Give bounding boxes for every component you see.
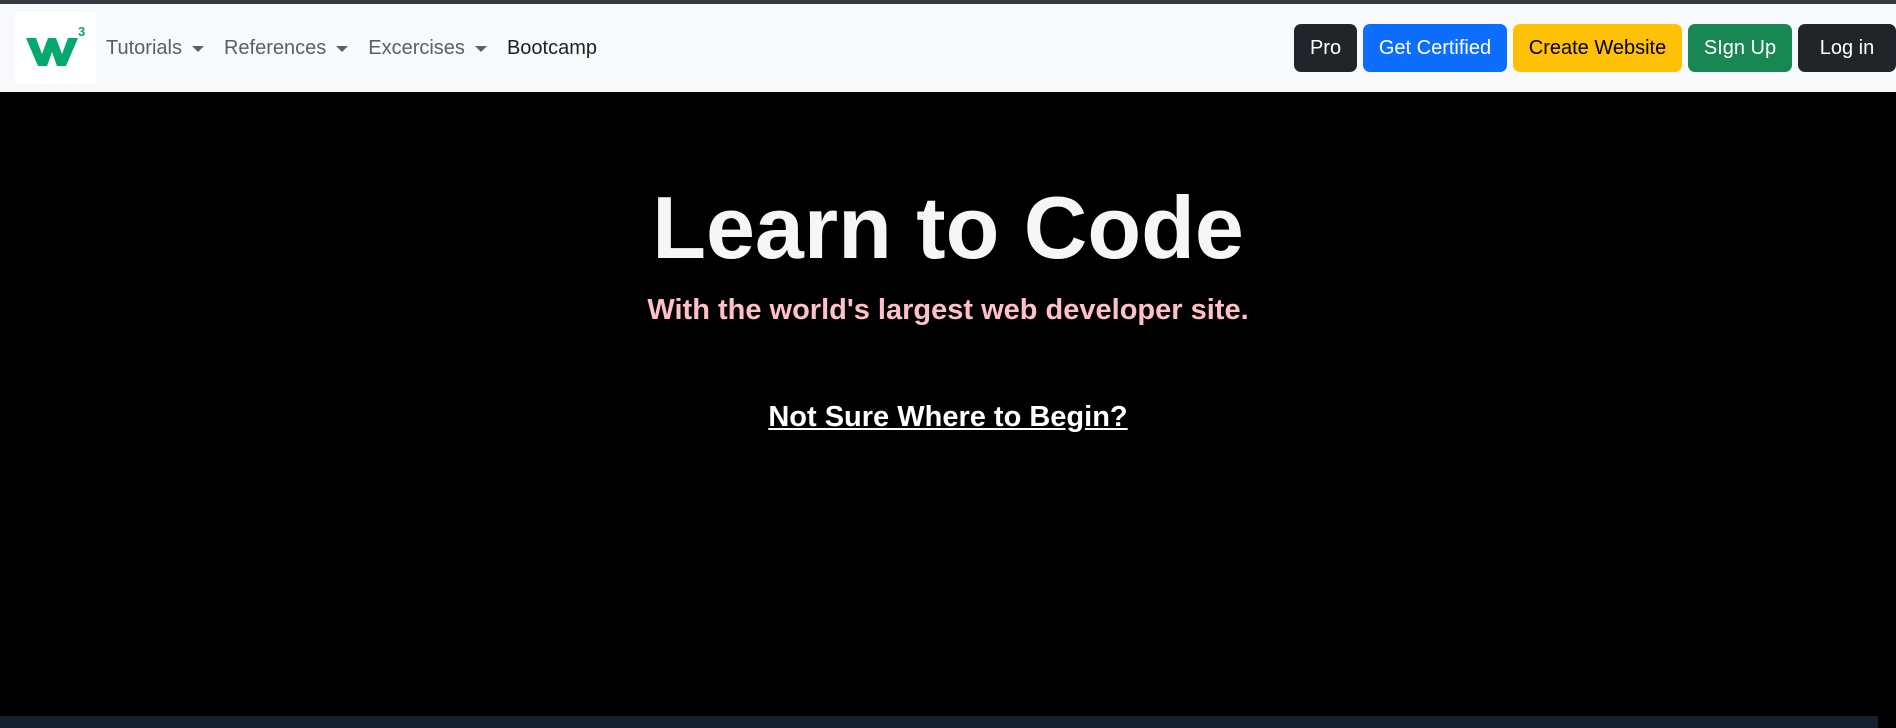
w3schools-logo[interactable]: 3 [15,12,96,84]
nav-item-tutorials[interactable]: Tutorials [106,37,204,60]
nav-links: Tutorials References Excercises Bootcamp [106,4,617,92]
nav-item-bootcamp[interactable]: Bootcamp [507,37,597,60]
get-certified-button[interactable]: Get Certified [1363,24,1507,72]
top-navbar: 3 Tutorials References Excercises Bootca… [0,4,1896,92]
svg-text:3: 3 [78,24,85,39]
hero-title: Learn to Code [652,178,1244,277]
not-sure-where-to-begin-link[interactable]: Not Sure Where to Begin? [768,401,1127,433]
hero-link-container: Not Sure Where to Begin? [0,401,1896,434]
bottom-strip [0,716,1878,728]
hero-subtitle: With the world's largest web developer s… [647,294,1249,326]
nav-item-label: References [223,36,327,59]
hero-section: Learn to Code With the world's largest w… [0,92,1896,716]
sign-up-button[interactable]: SIgn Up [1688,24,1792,72]
nav-item-exercises[interactable]: Excercises [368,37,487,60]
chevron-down-icon [336,46,349,52]
nav-item-label: Bootcamp [506,36,597,59]
logo-icon: 3 [25,24,85,66]
chevron-down-icon [474,46,487,52]
pro-button[interactable]: Pro [1294,24,1357,72]
nav-buttons: Pro Get Certified Create Website SIgn Up… [1288,24,1896,72]
nav-item-label: Excercises [368,36,465,59]
chevron-down-icon [191,46,204,52]
log-in-button[interactable]: Log in [1798,24,1896,72]
nav-item-label: Tutorials [106,36,182,59]
create-website-button[interactable]: Create Website [1513,24,1682,72]
nav-item-references[interactable]: References [223,36,349,60]
